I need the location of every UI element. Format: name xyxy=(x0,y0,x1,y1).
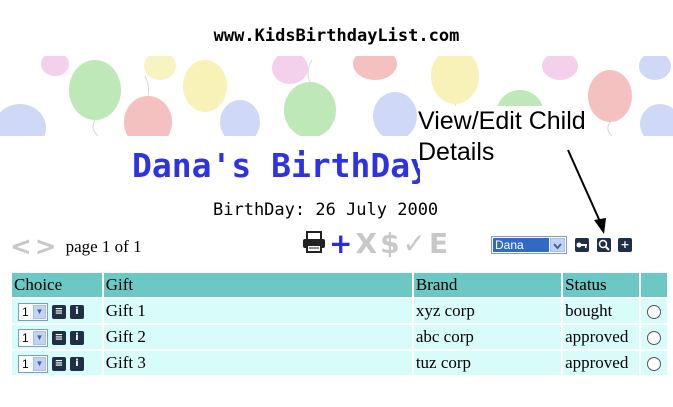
choice-select[interactable]: 1 ▼ xyxy=(18,355,48,374)
choice-value: 1 xyxy=(22,357,29,372)
info-icon[interactable]: i xyxy=(70,305,84,320)
row-radio[interactable] xyxy=(647,331,662,346)
chevron-down-icon[interactable] xyxy=(550,238,565,252)
choice-value: 1 xyxy=(22,305,29,320)
child-select-value: Dana xyxy=(493,238,549,252)
status-cell: approved xyxy=(563,351,640,375)
row-radio[interactable] xyxy=(647,305,662,320)
choice-select[interactable]: 1 ▼ xyxy=(18,303,48,322)
gift-cell[interactable]: Gift 3 xyxy=(103,351,412,375)
gift-cell[interactable]: Gift 1 xyxy=(103,299,412,323)
key-icon[interactable] xyxy=(575,238,589,252)
brand-cell: tuz corp xyxy=(413,351,562,375)
brand-cell: abc corp xyxy=(413,325,562,349)
document-icon[interactable]: ≡ xyxy=(52,305,66,320)
radio-cell xyxy=(641,351,667,375)
prev-page-icon[interactable]: < xyxy=(10,232,32,262)
chevron-down-icon[interactable]: ▼ xyxy=(33,331,46,346)
info-icon[interactable]: i xyxy=(70,357,84,372)
annotation-line1: View/Edit Child xyxy=(418,107,586,135)
dollar-icon[interactable]: $ xyxy=(380,229,399,259)
gift-cell[interactable]: Gift 2 xyxy=(103,325,412,349)
header-brand: Brand xyxy=(413,273,562,297)
header-select xyxy=(641,273,667,297)
status-cell: bought xyxy=(563,299,640,323)
document-icon[interactable]: ≡ xyxy=(52,331,66,346)
table-header-row: Choice Gift Brand Status xyxy=(12,273,667,297)
document-icon[interactable]: ≡ xyxy=(52,357,66,372)
birthday-title: Dana's BirthDay xyxy=(132,146,420,185)
birthday-date: BirthDay: 26 July 2000 xyxy=(213,200,439,220)
header-choice: Choice xyxy=(12,273,102,297)
print-icon[interactable] xyxy=(302,230,326,259)
radio-cell xyxy=(641,325,667,349)
choice-cell: 1 ▼ ≡ i xyxy=(12,299,102,323)
check-icon[interactable]: ✓ xyxy=(403,229,426,259)
child-select[interactable]: Dana xyxy=(491,236,567,254)
chevron-down-icon[interactable]: ▼ xyxy=(33,305,46,320)
add-child-icon[interactable]: + xyxy=(618,238,632,252)
choice-value: 1 xyxy=(22,331,29,346)
site-url: www.KidsBirthdayList.com xyxy=(213,26,460,46)
status-cell: approved xyxy=(563,325,640,349)
choice-cell: 1 ▼ ≡ i xyxy=(12,351,102,375)
choice-cell: 1 ▼ ≡ i xyxy=(12,325,102,349)
edit-icon[interactable]: E xyxy=(429,229,448,259)
row-radio[interactable] xyxy=(647,357,662,372)
annotation-arrow xyxy=(567,149,606,234)
pagination: < > page 1 of 1 xyxy=(10,232,142,262)
add-gift-icon[interactable]: + xyxy=(329,229,352,259)
table-row: 1 ▼ ≡ i Gift 1 xyz corp bought xyxy=(12,299,667,323)
page-indicator: page 1 of 1 xyxy=(65,237,142,256)
table-row: 1 ▼ ≡ i Gift 2 abc corp approved xyxy=(12,325,667,349)
header-status: Status xyxy=(563,273,640,297)
delete-icon[interactable]: X xyxy=(355,229,377,259)
radio-cell xyxy=(641,299,667,323)
next-page-icon[interactable]: > xyxy=(35,232,57,262)
info-icon[interactable]: i xyxy=(70,331,84,346)
toolbar: + X $ ✓ E xyxy=(302,229,448,259)
brand-cell: xyz corp xyxy=(413,299,562,323)
header-gift: Gift xyxy=(103,273,412,297)
view-child-details-icon[interactable] xyxy=(597,238,611,252)
table-row: 1 ▼ ≡ i Gift 3 tuz corp approved xyxy=(12,351,667,375)
choice-select[interactable]: 1 ▼ xyxy=(18,329,48,348)
chevron-down-icon[interactable]: ▼ xyxy=(33,357,46,372)
gift-table: Choice Gift Brand Status 1 ▼ ≡ i Gift 1 xyz… xyxy=(10,271,669,377)
